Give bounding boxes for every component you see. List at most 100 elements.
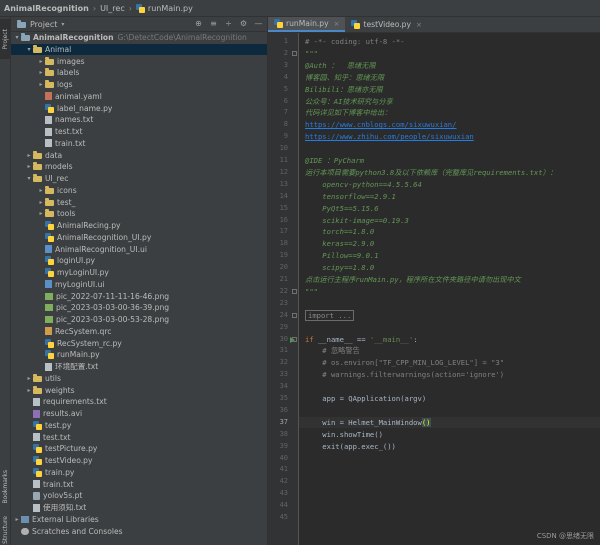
fold-marker-icon[interactable] bbox=[292, 288, 297, 294]
editor-tab[interactable]: testVideo.py × bbox=[345, 17, 427, 32]
expand-icon[interactable]: ÷ bbox=[224, 19, 233, 28]
tree-item[interactable]: requirements.txt bbox=[11, 396, 267, 407]
tree-item[interactable]: yolov5s.pt bbox=[11, 490, 267, 501]
tree-item[interactable]: ▸ tools bbox=[11, 208, 267, 219]
tree-item[interactable]: test.txt bbox=[11, 126, 267, 137]
tree-item-label: test.txt bbox=[55, 127, 83, 136]
expand-arrow-icon[interactable]: ▸ bbox=[25, 387, 33, 394]
tree-item[interactable]: 环境配置.txt bbox=[11, 361, 267, 372]
tree-item[interactable]: ▸ weights bbox=[11, 385, 267, 396]
tree-item[interactable]: AnimalRecognition_UI.py bbox=[11, 232, 267, 243]
line-number: 6 bbox=[283, 96, 288, 105]
tree-item[interactable]: Scratches and Consoles bbox=[11, 526, 267, 537]
project-tool-tab[interactable]: Project bbox=[0, 19, 10, 59]
tree-item[interactable]: results.avi bbox=[11, 408, 267, 419]
tree-item[interactable]: RecSystem_rc.py bbox=[11, 338, 267, 349]
tree-item[interactable]: train.py bbox=[11, 467, 267, 478]
close-icon[interactable]: × bbox=[416, 21, 422, 29]
tree-item[interactable]: ▸ data bbox=[11, 150, 267, 161]
expand-arrow-icon[interactable]: ▸ bbox=[37, 210, 45, 217]
expand-arrow-icon[interactable]: ▾ bbox=[13, 34, 21, 41]
close-icon[interactable]: × bbox=[334, 20, 340, 28]
expand-arrow-icon[interactable]: ▸ bbox=[37, 69, 45, 76]
tree-item[interactable]: AnimalRecognition_UI.ui bbox=[11, 244, 267, 255]
editor-tab[interactable]: runMain.py × bbox=[268, 17, 346, 32]
tree-item[interactable]: ▸ images bbox=[11, 56, 267, 67]
line-number: 17 bbox=[279, 227, 288, 236]
tree-item[interactable]: 使用须知.txt bbox=[11, 502, 267, 513]
expand-arrow-icon[interactable]: ▸ bbox=[25, 375, 33, 382]
expand-arrow-icon[interactable]: ▸ bbox=[37, 199, 45, 206]
breadcrumb-separator: › bbox=[128, 3, 132, 13]
tree-item-label: requirements.txt bbox=[43, 397, 107, 407]
tree-item[interactable]: myLoginUI.py bbox=[11, 267, 267, 278]
tree-item[interactable]: animal.yaml bbox=[11, 91, 267, 102]
tree-item[interactable]: ▸ icons bbox=[11, 185, 267, 196]
tree-item[interactable]: testVideo.py bbox=[11, 455, 267, 466]
breadcrumb-folder[interactable]: UI_rec bbox=[100, 4, 125, 13]
code-view[interactable]: # -*- coding: utf-8 -*- """ @Auth ： 思绪无限 博客… bbox=[299, 33, 600, 545]
line-number: 23 bbox=[279, 298, 288, 307]
tree-item[interactable]: ▾ AnimalRecognition G:\DetectCode\AnimalRe… bbox=[11, 32, 267, 43]
code-line: opencv-python==4.5.5.64 bbox=[305, 180, 422, 189]
tree-item[interactable]: ▸ test_ bbox=[11, 197, 267, 208]
tree-item[interactable]: train.txt bbox=[11, 138, 267, 149]
line-number: 21 bbox=[279, 275, 288, 283]
tree-item[interactable]: loginUI.py bbox=[11, 255, 267, 266]
expand-arrow-icon[interactable]: ▸ bbox=[25, 152, 33, 159]
code-token: """ bbox=[305, 286, 318, 296]
tree-item[interactable]: test.py bbox=[11, 420, 267, 431]
img-file-icon bbox=[45, 316, 53, 323]
project-panel-title[interactable]: Project bbox=[30, 20, 57, 29]
folder-icon bbox=[45, 80, 54, 88]
line-number: 38 bbox=[279, 429, 288, 438]
line-number: 22 bbox=[279, 286, 288, 295]
structure-tool-tab[interactable]: Structure bbox=[0, 515, 10, 545]
expand-arrow-icon[interactable]: ▸ bbox=[25, 163, 33, 170]
tree-item-label: test.py bbox=[45, 420, 72, 430]
hide-icon[interactable]: — bbox=[254, 19, 263, 28]
structure-tool-tab-label: Structure bbox=[1, 516, 9, 544]
expand-arrow-icon[interactable]: ▾ bbox=[25, 46, 33, 53]
breadcrumb-file[interactable]: runMain.py bbox=[135, 3, 193, 13]
add-icon[interactable]: ⊕ bbox=[194, 19, 203, 28]
code-line: # -*- coding: utf-8 -*- bbox=[305, 37, 405, 46]
tree-item[interactable]: pic_2023-03-03-00-36-39.png bbox=[11, 302, 267, 313]
tree-item[interactable]: train.txt bbox=[11, 479, 267, 490]
bookmarks-tool-tab[interactable]: Bookmarks bbox=[0, 463, 10, 511]
tree-item[interactable]: AnimalRecing.py bbox=[11, 220, 267, 231]
tree-item[interactable]: ▾ Animal bbox=[11, 43, 267, 55]
tree-item[interactable]: ▸ utils bbox=[11, 373, 267, 384]
breadcrumb-project[interactable]: AnimalRecognition bbox=[4, 4, 89, 13]
expand-arrow-icon[interactable]: ▸ bbox=[37, 58, 45, 65]
expand-arrow-icon[interactable]: ▸ bbox=[13, 516, 21, 523]
tree-item[interactable]: ▸ labels bbox=[11, 67, 267, 78]
code-token: win = Helmet_MainWindow bbox=[305, 417, 422, 427]
tree-item[interactable]: pic_2022-07-11-11-16-46.png bbox=[11, 291, 267, 302]
fold-marker-icon[interactable] bbox=[292, 50, 297, 56]
fold-marker-icon[interactable] bbox=[292, 312, 297, 318]
tree-item[interactable]: RecSystem.qrc bbox=[11, 326, 267, 337]
expand-arrow-icon[interactable]: ▸ bbox=[37, 81, 45, 88]
collapse-all-icon[interactable]: ≡ bbox=[209, 19, 218, 28]
tree-item[interactable]: ▸ models bbox=[11, 161, 267, 172]
expand-arrow-icon[interactable]: ▾ bbox=[25, 175, 33, 182]
tree-item[interactable]: myLoginUI.ui bbox=[11, 279, 267, 290]
code-token: https://www.zhihu.com/people/sixuwuxian bbox=[305, 132, 474, 142]
chevron-down-icon[interactable]: ▾ bbox=[61, 21, 64, 28]
tree-item[interactable]: runMain.py bbox=[11, 349, 267, 360]
gear-icon[interactable]: ⚙ bbox=[239, 19, 248, 28]
expand-arrow-icon[interactable]: ▸ bbox=[37, 187, 45, 194]
tree-item[interactable]: ▸ External Libraries bbox=[11, 514, 267, 525]
tree-item[interactable]: test.txt bbox=[11, 432, 267, 443]
tree-item[interactable]: testPicture.py bbox=[11, 443, 267, 454]
tree-item[interactable]: pic_2023-03-03-00-53-28.png bbox=[11, 314, 267, 325]
tree-item[interactable]: label_name.py bbox=[11, 103, 267, 114]
folder-icon bbox=[33, 385, 42, 394]
fold-marker-icon[interactable] bbox=[292, 336, 297, 342]
code-token: if bbox=[305, 334, 318, 344]
tree-item[interactable]: names.txt bbox=[11, 114, 267, 125]
project-panel-toolbar: ⊕ ≡ ÷ ⚙ — bbox=[194, 19, 263, 28]
tree-item[interactable]: ▸ logs bbox=[11, 79, 267, 90]
tree-item[interactable]: ▾ UI_rec bbox=[11, 173, 267, 184]
